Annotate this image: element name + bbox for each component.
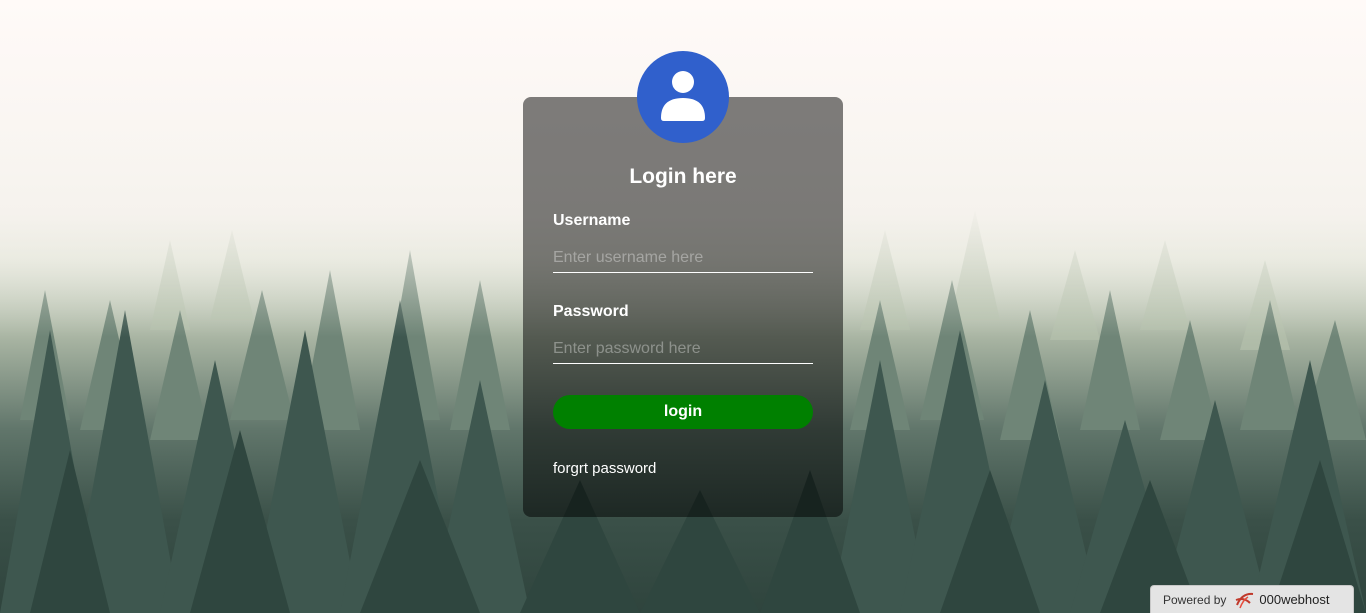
login-title: Login here: [629, 165, 737, 188]
000webhost-logo-icon: [1234, 591, 1256, 609]
user-avatar-icon: [637, 51, 729, 143]
username-input[interactable]: [553, 243, 813, 273]
password-label: Password: [553, 303, 629, 320]
login-button[interactable]: login: [553, 395, 813, 429]
powered-by-badge[interactable]: Powered by 000webhost: [1150, 585, 1354, 613]
brand-name: 000webhost: [1259, 592, 1330, 607]
password-input[interactable]: [553, 334, 813, 364]
powered-by-text: Powered by: [1163, 592, 1227, 607]
forgot-password-link[interactable]: forgrt password: [553, 460, 656, 477]
login-page: Login here Username Password login forgr…: [0, 0, 1366, 613]
username-label: Username: [553, 212, 631, 229]
